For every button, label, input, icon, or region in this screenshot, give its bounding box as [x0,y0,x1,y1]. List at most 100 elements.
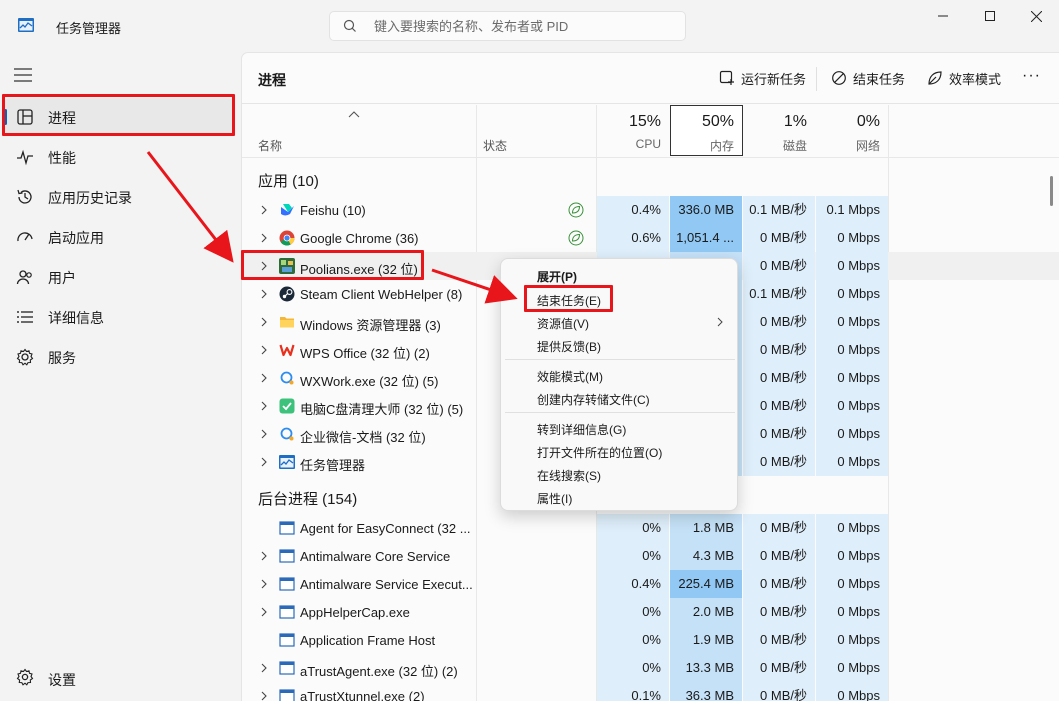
column-name[interactable]: 名称 [258,137,282,154]
title-bar: 任务管理器 [0,0,1059,52]
menu-item-create-dump[interactable]: 创建内存转储文件(C) [537,391,650,408]
chevron-right-icon[interactable] [260,550,268,562]
run-new-task-button[interactable]: 运行新任务 [719,67,806,89]
network-total-pct: 0% [856,113,880,130]
cpu-cell: 0.4% [597,196,669,224]
efficiency-mode-label: 效率模式 [949,71,1002,87]
chevron-right-icon[interactable] [260,428,268,440]
table-row[interactable]: Antimalware Service Execut... 0.4% 225.4… [242,570,1059,598]
network-cell: 0 Mbps [816,542,888,570]
end-task-label: 结束任务 [853,71,906,87]
chevron-right-icon[interactable] [260,662,268,674]
process-name: 电脑C盘清理大师 (32 位) (5) [300,402,464,417]
menu-item-properties[interactable]: 属性(I) [537,490,572,507]
sidebar-item-services[interactable]: 服务 [4,338,234,374]
process-name: Antimalware Core Service [300,549,451,564]
table-row[interactable]: Agent for EasyConnect (32 ... 0% 1.8 MB … [242,514,1059,542]
maximize-button[interactable] [967,0,1013,32]
close-button[interactable] [1013,0,1059,32]
column-cpu[interactable]: 15% CPU [597,105,669,157]
minimize-icon [938,15,948,17]
column-memory[interactable]: 50% 内存 [670,105,742,157]
sidebar-item-startup[interactable]: 启动应用 [4,218,234,254]
settings-gear-icon [16,668,34,686]
cpu-cell: 0.1% [597,682,669,701]
menu-item-go-to-details[interactable]: 转到详细信息(G) [537,421,626,438]
memory-cell: 1.9 MB [670,626,742,654]
menu-item-feedback[interactable]: 提供反馈(B) [537,338,601,355]
table-row[interactable]: aTrustXtunnel.exe (2) 0.1% 36.3 MB 0 MB/… [242,682,1059,701]
generic-app-icon [279,605,295,619]
network-cell: 0 Mbps [816,682,888,701]
toolbar-divider-line [242,103,1059,104]
menu-item-open-file-location[interactable]: 打开文件所在的位置(O) [537,444,662,461]
sidebar-item-processes[interactable]: 进程 [4,98,234,134]
cpu-cell: 0% [597,514,669,542]
chevron-right-icon[interactable] [260,316,268,328]
process-name: Google Chrome (36) [300,231,419,246]
menu-item-expand[interactable]: 展开(P) [537,268,577,285]
chevron-right-icon[interactable] [260,606,268,618]
chevron-right-icon[interactable] [260,232,268,244]
chevron-right-icon[interactable] [260,288,268,300]
chevron-right-icon[interactable] [260,400,268,412]
vertical-scrollbar[interactable] [1050,176,1053,206]
table-row[interactable]: Feishu (10) 0.4% 336.0 MB 0.1 MB/秒 0.1 M… [242,196,1059,224]
wxwork-icon [280,371,294,385]
minimize-button[interactable] [920,0,966,32]
table-row[interactable]: Antimalware Core Service 0% 4.3 MB 0 MB/… [242,542,1059,570]
table-row[interactable]: Google Chrome (36) 0.6% 1,051.4 ... 0 MB… [242,224,1059,252]
network-cell: 0 Mbps [816,336,888,364]
column-network[interactable]: 0% 网络 [816,105,888,157]
sidebar-item-users[interactable]: 用户 [4,258,234,294]
chevron-right-icon[interactable] [260,344,268,356]
column-status[interactable]: 状态 [483,137,507,154]
table-row[interactable]: AppHelperCap.exe 0% 2.0 MB 0 MB/秒 0 Mbps [242,598,1059,626]
sidebar-item-details[interactable]: 详细信息 [4,298,234,334]
chevron-right-icon[interactable] [260,372,268,384]
network-cell: 0 Mbps [816,392,888,420]
menu-item-efficiency-mode[interactable]: 效能模式(M) [537,368,603,385]
page-title: 进程 [258,72,286,88]
process-name: AppHelperCap.exe [300,605,410,620]
menu-separator [505,359,735,360]
run-new-task-label: 运行新任务 [741,71,807,87]
cpu-cell: 0% [597,542,669,570]
chevron-right-icon[interactable] [260,456,268,468]
generic-app-icon [279,661,295,675]
table-row[interactable]: aTrustAgent.exe (32 位) (2) 0% 13.3 MB 0 … [242,654,1059,682]
cpu-total-pct: 15% [628,113,661,130]
network-label: 网络 [855,139,880,153]
column-disk[interactable]: 1% 磁盘 [743,105,815,157]
efficiency-mode-button[interactable]: 效率模式 [927,67,1001,89]
hamburger-menu-icon[interactable] [14,68,32,82]
generic-app-icon [279,521,295,535]
end-task-button[interactable]: 结束任务 [831,67,905,89]
network-cell: 0 Mbps [816,598,888,626]
chevron-right-icon[interactable] [260,260,268,272]
menu-item-end-task[interactable]: 结束任务(E) [537,292,601,309]
network-cell: 0 Mbps [816,570,888,598]
cpu-cell: 0% [597,598,669,626]
sidebar-item-app-history[interactable]: 应用历史记录 [4,178,234,214]
search-input[interactable] [374,17,674,35]
sidebar-item-label: 服务 [48,350,76,366]
chevron-right-icon[interactable] [260,690,268,701]
menu-item-search-online[interactable]: 在线搜索(S) [537,467,601,484]
search-box[interactable] [329,11,686,41]
disk-total-pct: 1% [783,113,807,130]
sidebar-item-performance[interactable]: 性能 [4,138,234,174]
sort-ascending-icon[interactable] [348,110,360,118]
poolians-icon [279,258,295,274]
more-options-button[interactable]: ··· [1022,67,1041,85]
disk-cell: 0.1 MB/秒 [743,280,815,308]
network-cell: 0 Mbps [816,224,888,252]
sidebar-item-settings[interactable]: 设置 [4,664,234,692]
chevron-right-icon[interactable] [260,204,268,216]
table-row[interactable]: Application Frame Host 0% 1.9 MB 0 MB/秒 … [242,626,1059,654]
header-bottom-line [242,157,1059,158]
cpu-cell: 0% [597,654,669,682]
chevron-right-icon[interactable] [260,578,268,590]
menu-item-resource-values[interactable]: 资源值(V) [537,315,589,332]
process-name: 任务管理器 [300,458,366,473]
